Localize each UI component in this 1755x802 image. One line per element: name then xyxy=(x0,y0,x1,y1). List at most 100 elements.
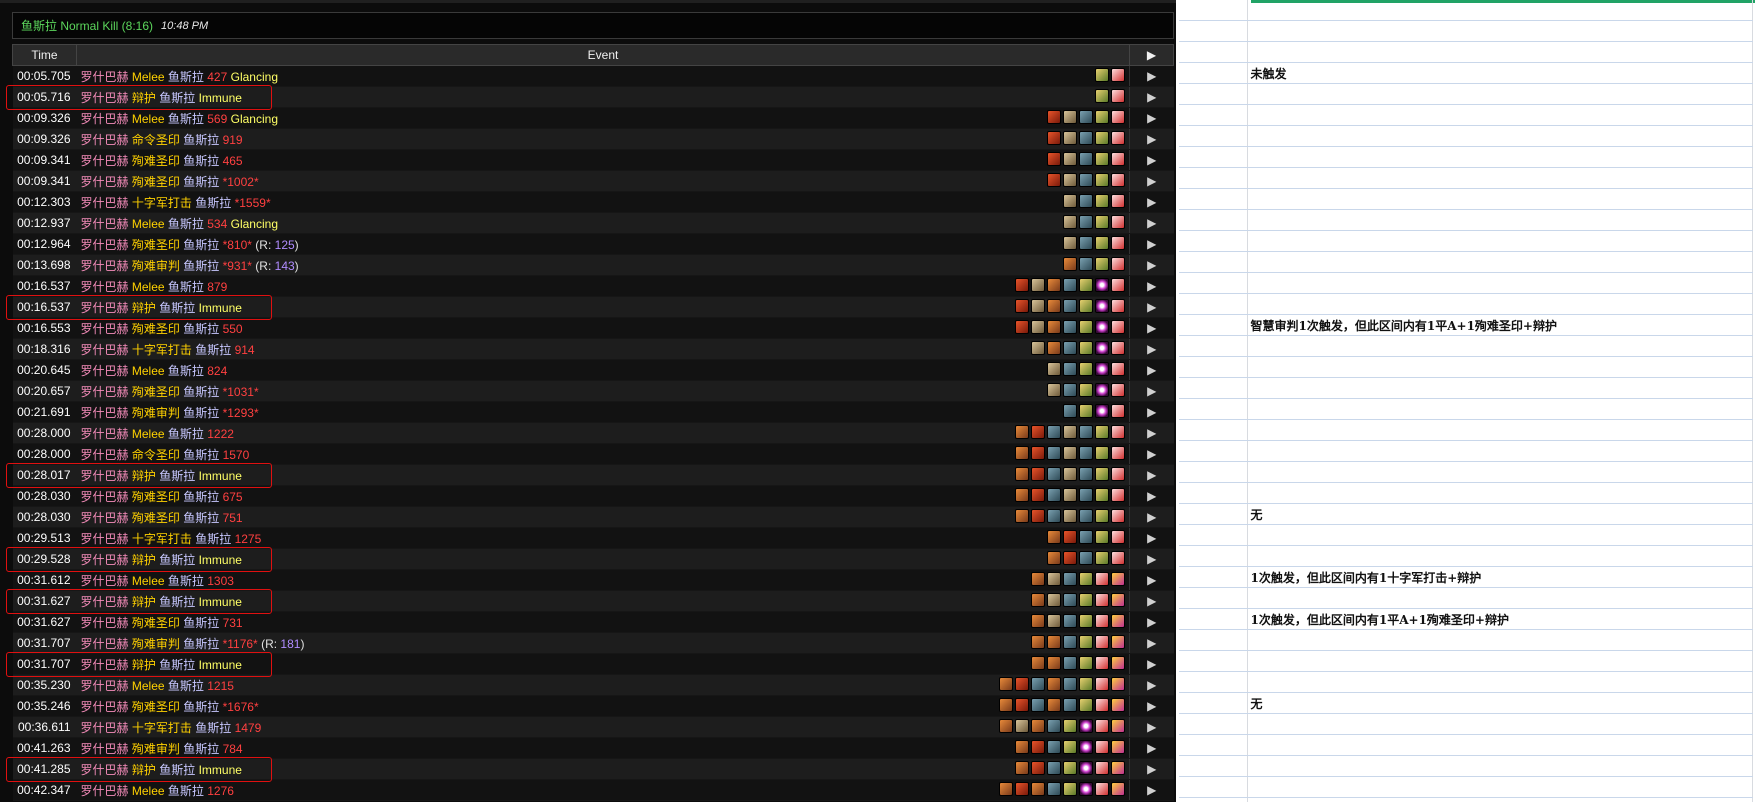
expand-arrow-icon[interactable]: ▶ xyxy=(1129,317,1174,339)
retribution-aura-icon[interactable] xyxy=(1111,257,1125,271)
sheet-cell[interactable] xyxy=(1179,125,1248,147)
sheet-cell[interactable] xyxy=(1179,482,1248,504)
blessing-of-kings-icon[interactable] xyxy=(1079,383,1093,397)
expand-arrow-icon[interactable]: ▶ xyxy=(1129,464,1174,486)
expand-arrow-icon[interactable]: ▶ xyxy=(1129,737,1174,759)
retribution-aura-icon[interactable] xyxy=(1095,698,1109,712)
sheet-cell[interactable] xyxy=(1179,671,1248,693)
log-row[interactable]: 00:16.537 罗什巴赫 Melee 鱼斯拉 879 ▶ xyxy=(12,275,1174,297)
golden-buff-icon[interactable] xyxy=(1111,782,1125,796)
sheet-cell[interactable] xyxy=(1179,692,1248,714)
retribution-aura-icon[interactable] xyxy=(1111,299,1125,313)
expand-arrow-icon[interactable]: ▶ xyxy=(1129,506,1174,528)
sheet-cell[interactable] xyxy=(1247,251,1753,273)
column-header-time[interactable]: Time xyxy=(12,44,77,66)
expand-arrow-icon[interactable]: ▶ xyxy=(1129,716,1174,738)
blessing-of-kings-icon[interactable] xyxy=(1095,551,1109,565)
blessing-of-might-icon[interactable] xyxy=(1047,614,1061,628)
blessing-of-wisdom-icon[interactable] xyxy=(1079,257,1093,271)
blessing-of-kings-icon[interactable] xyxy=(1095,89,1109,103)
blessing-of-wisdom-icon[interactable] xyxy=(1063,404,1077,418)
seal-of-command-icon[interactable] xyxy=(1031,467,1045,481)
blessing-of-kings-icon[interactable] xyxy=(1063,719,1077,733)
blessing-of-wisdom-icon[interactable] xyxy=(1079,152,1093,166)
sheet-note-cell[interactable]: 未触发 xyxy=(1247,62,1753,84)
righteous-fury-icon[interactable] xyxy=(1031,719,1045,733)
blessing-of-kings-icon[interactable] xyxy=(1095,152,1109,166)
blessing-of-wisdom-icon[interactable] xyxy=(1047,719,1061,733)
sheet-cell[interactable] xyxy=(1179,524,1248,546)
blessing-of-kings-icon[interactable] xyxy=(1063,761,1077,775)
log-row[interactable]: 00:09.326 罗什巴赫 Melee 鱼斯拉 569 Glancing ▶ xyxy=(12,107,1174,129)
sheet-cell[interactable] xyxy=(1179,545,1248,567)
retribution-aura-icon[interactable] xyxy=(1111,446,1125,460)
golden-buff-icon[interactable] xyxy=(1111,572,1125,586)
righteous-fury-icon[interactable] xyxy=(1063,257,1077,271)
log-row[interactable]: 00:35.230 罗什巴赫 Melee 鱼斯拉 1215 ▶ xyxy=(12,674,1174,696)
righteous-fury-icon[interactable] xyxy=(1047,677,1061,691)
sheet-cell[interactable] xyxy=(1247,41,1753,63)
retribution-aura-icon[interactable] xyxy=(1111,68,1125,82)
sheet-cell[interactable] xyxy=(1247,377,1753,399)
blessing-of-wisdom-icon[interactable] xyxy=(1047,425,1061,439)
retribution-aura-icon[interactable] xyxy=(1111,467,1125,481)
blessing-of-might-icon[interactable] xyxy=(1031,341,1045,355)
righteous-fury-icon[interactable] xyxy=(1047,551,1061,565)
expand-arrow-icon[interactable]: ▶ xyxy=(1129,380,1174,402)
blessing-of-wisdom-icon[interactable] xyxy=(1047,509,1061,523)
blessing-of-kings-icon[interactable] xyxy=(1079,635,1093,649)
blessing-of-kings-icon[interactable] xyxy=(1079,320,1093,334)
sheet-cell[interactable] xyxy=(1179,566,1248,588)
retribution-aura-icon[interactable] xyxy=(1111,131,1125,145)
blessing-of-kings-icon[interactable] xyxy=(1079,299,1093,313)
blessing-of-might-icon[interactable] xyxy=(1063,131,1077,145)
expand-arrow-icon[interactable]: ▶ xyxy=(1129,485,1174,507)
expand-arrow-icon[interactable]: ▶ xyxy=(1129,338,1174,360)
seal-of-command-icon[interactable] xyxy=(1063,530,1077,544)
golden-buff-icon[interactable] xyxy=(1111,635,1125,649)
righteous-fury-icon[interactable] xyxy=(1031,656,1045,670)
blessing-of-might-icon[interactable] xyxy=(1063,509,1077,523)
blessing-of-kings-icon[interactable] xyxy=(1095,68,1109,82)
blessing-of-kings-icon[interactable] xyxy=(1095,194,1109,208)
retribution-aura-icon[interactable] xyxy=(1095,572,1109,586)
sheet-cell[interactable] xyxy=(1179,20,1248,42)
blessing-of-kings-icon[interactable] xyxy=(1079,656,1093,670)
seal-of-command-icon[interactable] xyxy=(1047,173,1061,187)
sheet-cell[interactable] xyxy=(1247,146,1753,168)
blessing-of-wisdom-icon[interactable] xyxy=(1079,194,1093,208)
log-row[interactable]: 00:29.513 罗什巴赫 十字军打击 鱼斯拉 1275 ▶ xyxy=(12,527,1174,549)
blessing-of-might-icon[interactable] xyxy=(1015,719,1029,733)
blessing-of-wisdom-icon[interactable] xyxy=(1079,488,1093,502)
sheet-cell[interactable] xyxy=(1179,0,1248,21)
sheet-cell[interactable] xyxy=(1247,650,1753,672)
blessing-of-might-icon[interactable] xyxy=(1063,194,1077,208)
sheet-cell[interactable] xyxy=(1179,377,1248,399)
sheet-cell[interactable] xyxy=(1179,230,1248,252)
expand-arrow-icon[interactable]: ▶ xyxy=(1129,170,1174,192)
blessing-of-wisdom-icon[interactable] xyxy=(1063,635,1077,649)
log-row[interactable]: 00:12.937 罗什巴赫 Melee 鱼斯拉 534 Glancing ▶ xyxy=(12,212,1174,234)
seal-of-command-icon[interactable] xyxy=(1063,551,1077,565)
blessing-of-kings-icon[interactable] xyxy=(1095,110,1109,124)
fight-header[interactable]: 鱼斯拉 Normal Kill (8:16) 10:48 PM xyxy=(12,12,1174,39)
log-row[interactable]: 00:20.657 罗什巴赫 殉难圣印 鱼斯拉 *1031* ▶ xyxy=(12,380,1174,402)
blessing-of-kings-icon[interactable] xyxy=(1079,572,1093,586)
righteous-fury-icon[interactable] xyxy=(1047,656,1061,670)
sheet-cell[interactable] xyxy=(1179,314,1248,336)
righteous-fury-icon[interactable] xyxy=(1015,761,1029,775)
sheet-cell[interactable] xyxy=(1247,776,1753,798)
expand-arrow-icon[interactable]: ▶ xyxy=(1129,527,1174,549)
righteous-fury-icon[interactable] xyxy=(1047,698,1061,712)
blessing-of-wisdom-icon[interactable] xyxy=(1031,698,1045,712)
sheet-cell[interactable] xyxy=(1247,83,1753,105)
log-row[interactable]: 00:31.707 罗什巴赫 殉难审判 鱼斯拉 *1176* (R: 181) ▶ xyxy=(12,632,1174,654)
sheet-cell[interactable] xyxy=(1247,398,1753,420)
log-row[interactable]: 00:05.716 罗什巴赫 辩护 鱼斯拉 Immune ▶ xyxy=(12,86,1174,108)
blessing-of-kings-icon[interactable] xyxy=(1095,488,1109,502)
retribution-aura-icon[interactable] xyxy=(1095,656,1109,670)
blessing-of-wisdom-icon[interactable] xyxy=(1063,614,1077,628)
expand-arrow-icon[interactable]: ▶ xyxy=(1129,233,1174,255)
blessing-of-kings-icon[interactable] xyxy=(1095,425,1109,439)
sheet-cell[interactable] xyxy=(1247,797,1753,802)
